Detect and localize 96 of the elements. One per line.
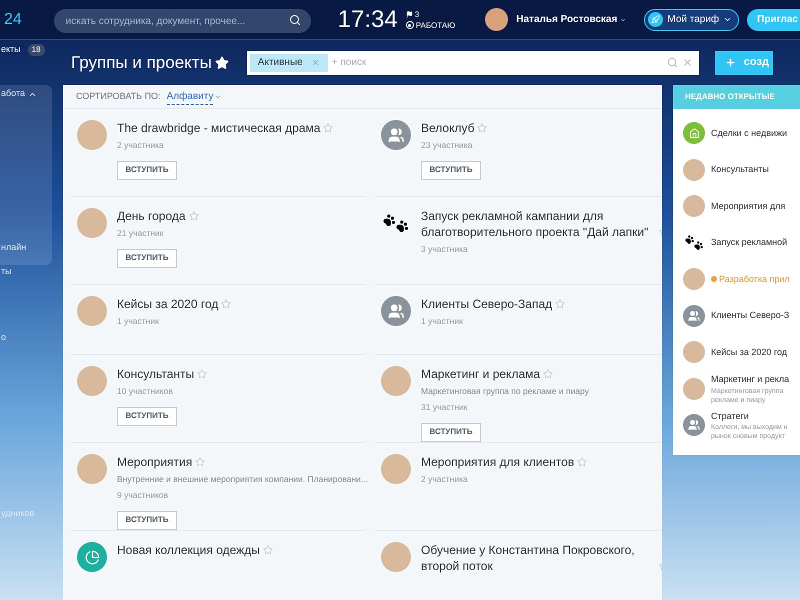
sidebar-item[interactable]: нлайн xyxy=(1,241,26,255)
photo-placeholder xyxy=(683,158,705,181)
recent-item[interactable]: Клиенты Северо-З xyxy=(711,309,790,322)
star-icon[interactable] xyxy=(262,545,273,555)
join-button[interactable]: ВСТУПИТЬ xyxy=(421,160,481,180)
group-title[interactable]: Обучение у Константина Покровского, второй поток xyxy=(421,542,656,574)
sort-link[interactable]: Алфавиту xyxy=(166,88,214,104)
star-icon[interactable] xyxy=(477,123,488,133)
join-button[interactable]: ВСТУПИТЬ xyxy=(117,160,177,180)
group-title[interactable]: Кейсы за 2020 год xyxy=(117,296,218,312)
photo-placeholder xyxy=(381,366,411,396)
group-avatar-icon xyxy=(683,414,705,436)
group-title[interactable]: Мероприятия xyxy=(117,454,192,470)
member-count: 10 участников xyxy=(117,385,174,398)
logo-text[interactable]: 24 xyxy=(4,8,22,32)
photo-placeholder xyxy=(77,454,107,484)
count-badge: 18 xyxy=(28,44,45,56)
recent-item[interactable]: Кейсы за 2020 год xyxy=(711,346,788,359)
filter-field[interactable]: Активные + поиск xyxy=(246,50,699,74)
member-count: 2 участника xyxy=(117,139,165,152)
photo-placeholder xyxy=(381,542,411,572)
member-count: 9 участников xyxy=(117,488,170,502)
caret-icon xyxy=(723,15,732,24)
fire-icon xyxy=(711,276,717,282)
close-icon[interactable] xyxy=(310,58,320,67)
work-status[interactable]: РАБОТАЮ xyxy=(416,20,456,30)
star-icon[interactable] xyxy=(221,299,232,309)
star-icon[interactable] xyxy=(577,457,588,467)
group-title[interactable]: Запуск рекламной кампании для благотворительного проекта "Дай лапки" xyxy=(421,208,656,240)
join-button[interactable]: ВСТУПИТЬ xyxy=(117,248,177,268)
member-count: 3 участника xyxy=(421,243,469,256)
sort-label: СОРТИРОВАТЬ ПО: xyxy=(76,90,161,103)
recent-item[interactable]: Мероприятия для xyxy=(711,200,786,213)
member-count: 1 участник xyxy=(117,315,160,328)
group-title[interactable]: Мероприятия для клиентов xyxy=(421,454,574,470)
member-count: 21 участник xyxy=(117,227,165,240)
recent-item[interactable]: Стратеги xyxy=(711,410,749,423)
pie-chart-avatar-icon xyxy=(77,542,107,572)
join-button[interactable]: ВСТУПИТЬ xyxy=(117,406,177,426)
clear-icon[interactable] xyxy=(682,57,693,68)
group-title[interactable]: Велоклуб xyxy=(421,120,474,136)
group-title[interactable]: День города xyxy=(117,208,186,224)
sidebar-item[interactable]: ты xyxy=(1,265,12,279)
group-title[interactable]: Клиенты Северо-Запад xyxy=(421,296,552,312)
rocket-icon xyxy=(651,15,660,24)
join-button[interactable]: ВСТУПИТЬ xyxy=(421,422,481,442)
star-icon[interactable] xyxy=(555,299,566,309)
member-count: 31 участник xyxy=(421,400,469,414)
member-count: 2 участника xyxy=(421,473,469,486)
group-avatar-icon xyxy=(381,120,411,150)
flag-icon xyxy=(406,10,413,18)
photo-placeholder xyxy=(77,296,107,326)
star-icon[interactable] xyxy=(197,369,208,379)
group-description: Маркетинговая группа по рекламе и пиару xyxy=(421,385,589,398)
star-icon[interactable] xyxy=(195,457,206,467)
group-title[interactable]: Консультанты xyxy=(117,366,194,382)
search-field[interactable]: искать сотрудника, документ, прочее... xyxy=(54,9,311,33)
page-title: Группы и проекты xyxy=(71,52,212,74)
record-icon xyxy=(406,21,414,29)
user-name[interactable]: Наталья Ростовская xyxy=(516,12,618,27)
photo-placeholder xyxy=(77,208,107,238)
plus-icon xyxy=(724,57,736,68)
group-title[interactable]: The drawbridge - мистическая драма xyxy=(117,120,320,136)
group-title[interactable]: Маркетинг и реклама xyxy=(421,366,540,382)
search-icon[interactable] xyxy=(288,14,301,26)
member-count: 23 участника xyxy=(421,139,474,152)
photo-placeholder xyxy=(77,366,107,396)
member-count: 1 участник xyxy=(421,315,464,328)
photo-placeholder xyxy=(683,268,705,290)
photo-placeholder xyxy=(381,454,411,484)
clock-time: 17:34 xyxy=(338,4,398,34)
sidebar-item[interactable]: екты xyxy=(1,43,21,57)
recent-item[interactable]: Консультанты xyxy=(711,163,769,176)
group-title[interactable]: Новая коллекция одежды xyxy=(117,542,260,558)
tariff-button[interactable]: Мой тариф xyxy=(644,8,740,30)
star-icon[interactable] xyxy=(323,123,334,133)
group-avatar-icon xyxy=(381,296,411,326)
user-avatar[interactable] xyxy=(485,8,508,31)
recent-item[interactable]: Маркетинг и рекла xyxy=(711,373,790,386)
photo-placeholder xyxy=(683,378,705,400)
group-description: Внутренние и внешние мероприятия компании. Планировани... xyxy=(117,473,368,486)
flag-count: 3 xyxy=(414,8,420,20)
join-button[interactable]: ВСТУПИТЬ xyxy=(117,510,177,530)
group-avatar-icon xyxy=(683,304,705,327)
photo-placeholder xyxy=(77,120,107,150)
home-avatar-icon xyxy=(683,122,705,144)
filter-tag[interactable]: Активные xyxy=(250,54,328,72)
recent-header: НЕДАВНО ОТКРЫТЫЕ xyxy=(673,85,800,109)
search-input[interactable]: + поиск xyxy=(332,55,663,70)
star-icon[interactable] xyxy=(188,211,199,221)
star-icon[interactable] xyxy=(543,369,554,379)
photo-placeholder xyxy=(683,341,705,364)
sidebar-item[interactable]: абота xyxy=(1,87,25,101)
recent-item[interactable]: Запуск рекламной xyxy=(711,236,788,250)
photo-placeholder xyxy=(683,195,705,218)
recent-item[interactable]: Сделки с недвижи xyxy=(711,126,788,140)
